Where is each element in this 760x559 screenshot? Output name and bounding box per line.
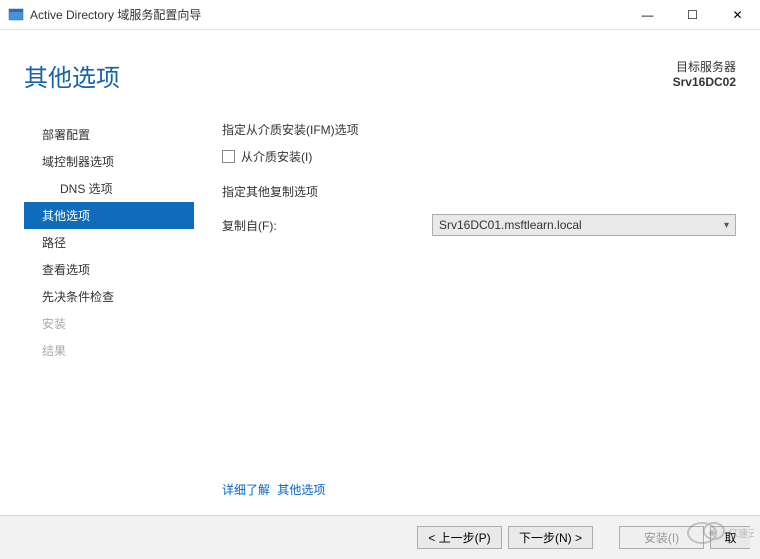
sidebar-item-additional-options[interactable]: 其他选项 bbox=[24, 202, 194, 229]
ifm-checkbox[interactable] bbox=[222, 150, 235, 163]
learn-more-topic: 其他选项 bbox=[277, 483, 325, 497]
app-icon bbox=[8, 7, 24, 23]
replicate-section-label: 指定其他复制选项 bbox=[222, 183, 736, 200]
replicate-from-value: Srv16DC01.msftlearn.local bbox=[439, 218, 582, 232]
page-heading: 其他选项 bbox=[24, 58, 673, 93]
target-server-value: Srv16DC02 bbox=[673, 75, 736, 89]
sidebar-item-prereq-check[interactable]: 先决条件检查 bbox=[24, 283, 194, 310]
replicate-from-label: 复制自(F): bbox=[222, 217, 432, 234]
close-button[interactable]: ✕ bbox=[715, 0, 760, 30]
ifm-checkbox-label: 从介质安装(I) bbox=[241, 148, 312, 165]
learn-more-link[interactable]: 详细了解 其他选项 bbox=[0, 481, 760, 498]
titlebar: Active Directory 域服务配置向导 — ☐ ✕ bbox=[0, 0, 760, 30]
sidebar-item-install: 安装 bbox=[24, 310, 194, 337]
target-server-label: 目标服务器 bbox=[673, 58, 736, 75]
content-area: 指定从介质安装(IFM)选项 从介质安装(I) 指定其他复制选项 复制自(F):… bbox=[194, 121, 736, 481]
cancel-button[interactable]: 取 bbox=[710, 526, 750, 549]
target-server-block: 目标服务器 Srv16DC02 bbox=[673, 58, 736, 89]
sidebar-item-dc-options[interactable]: 域控制器选项 bbox=[24, 148, 194, 175]
chevron-down-icon: ▾ bbox=[724, 220, 729, 231]
next-button[interactable]: 下一步(N) > bbox=[508, 526, 593, 549]
replicate-from-select[interactable]: Srv16DC01.msftlearn.local ▾ bbox=[432, 214, 736, 236]
install-button: 安装(I) bbox=[619, 526, 704, 549]
minimize-button[interactable]: — bbox=[625, 0, 670, 30]
ifm-section-label: 指定从介质安装(IFM)选项 bbox=[222, 121, 736, 138]
replicate-from-row: 复制自(F): Srv16DC01.msftlearn.local ▾ bbox=[222, 214, 736, 236]
learn-more-prefix: 详细了解 bbox=[222, 483, 270, 497]
sidebar-item-review-options[interactable]: 查看选项 bbox=[24, 256, 194, 283]
sidebar-item-deployment-config[interactable]: 部署配置 bbox=[24, 121, 194, 148]
previous-button[interactable]: < 上一步(P) bbox=[417, 526, 502, 549]
body: 部署配置 域控制器选项 DNS 选项 其他选项 路径 查看选项 先决条件检查 安… bbox=[0, 121, 760, 481]
footer: < 上一步(P) 下一步(N) > 安装(I) 取 bbox=[0, 515, 760, 559]
sidebar-item-results: 结果 bbox=[24, 337, 194, 364]
window-controls: — ☐ ✕ bbox=[625, 0, 760, 30]
sidebar-item-dns-options[interactable]: DNS 选项 bbox=[24, 175, 194, 202]
sidebar: 部署配置 域控制器选项 DNS 选项 其他选项 路径 查看选项 先决条件检查 安… bbox=[24, 121, 194, 481]
sidebar-item-paths[interactable]: 路径 bbox=[24, 229, 194, 256]
header: 其他选项 目标服务器 Srv16DC02 bbox=[0, 30, 760, 93]
window-title: Active Directory 域服务配置向导 bbox=[30, 6, 625, 23]
ifm-checkbox-row[interactable]: 从介质安装(I) bbox=[222, 148, 736, 165]
maximize-button[interactable]: ☐ bbox=[670, 0, 715, 30]
